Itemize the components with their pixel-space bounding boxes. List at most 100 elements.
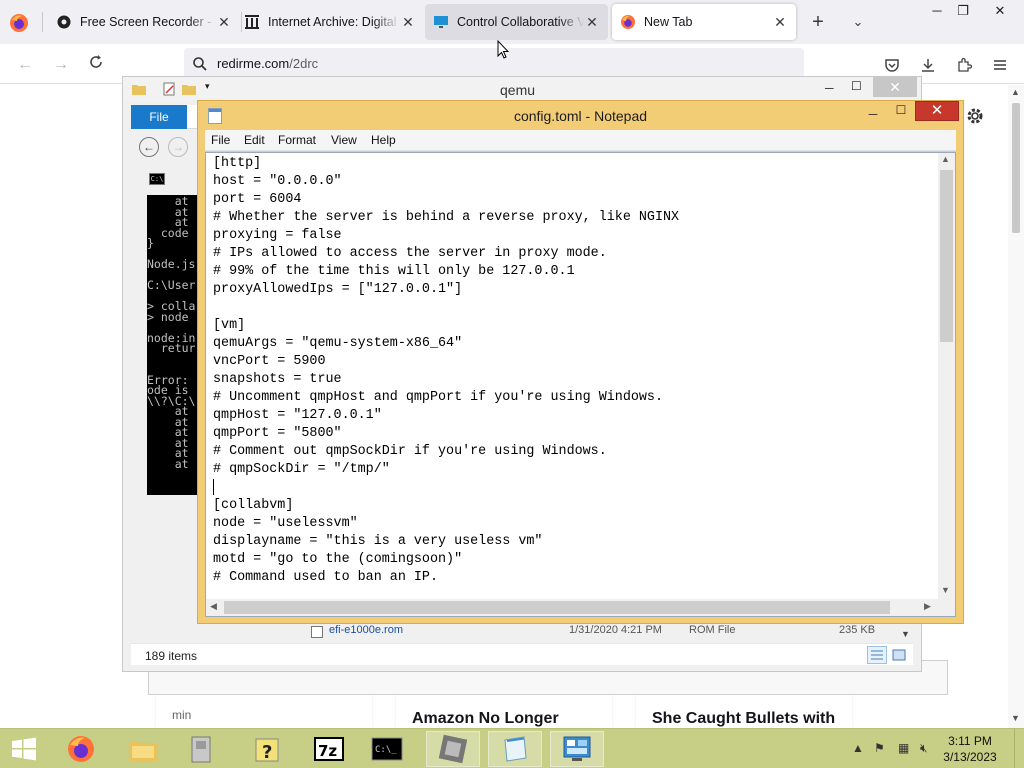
system-clock[interactable]: 3:11 PM 3/13/2023 <box>940 733 1000 765</box>
scroll-right-icon[interactable]: ▶ <box>924 601 931 612</box>
firefox-view-icon[interactable] <box>8 12 30 34</box>
news-card[interactable]: Amazon No Longer <box>396 690 612 730</box>
row-checkbox[interactable] <box>311 626 323 638</box>
editor-line[interactable]: [vm] <box>213 317 679 335</box>
extensions-icon[interactable] <box>953 54 975 76</box>
card-headline[interactable]: She Caught Bullets with <box>652 710 835 728</box>
editor-line[interactable]: vncPort = 5900 <box>213 353 679 371</box>
editor-line[interactable]: # 99% of the time this will only be 127.… <box>213 263 679 281</box>
file-name[interactable]: efi-e1000e.rom <box>329 624 403 636</box>
reload-button[interactable] <box>85 54 107 76</box>
volume-muted-icon[interactable]: 🔇︎ <box>920 741 928 756</box>
back-button[interactable]: ← <box>139 137 159 157</box>
download-icon[interactable] <box>917 54 939 76</box>
scroll-left-icon[interactable]: ◀ <box>210 601 217 612</box>
maximize-button[interactable]: ☐ <box>888 103 914 121</box>
news-card[interactable]: She Caught Bullets with <box>636 690 852 730</box>
editor-line[interactable]: ​ <box>213 299 679 317</box>
menu-file[interactable]: File <box>211 133 230 147</box>
tab-control-collaborative-vm[interactable]: Control Collaborative V ✕ <box>425 4 608 40</box>
taskbar-cmd[interactable]: C:\_ <box>360 731 414 767</box>
editor-line[interactable]: displayname = "this is a very useless vm… <box>213 533 679 551</box>
scrollbar-thumb[interactable] <box>940 170 953 342</box>
taskbar-archive[interactable] <box>174 731 228 767</box>
taskbar-notepad[interactable] <box>488 731 542 767</box>
tab-free-screen-recorder[interactable]: Free Screen Recorder - N ✕ <box>48 4 240 40</box>
tab-close-icon[interactable]: ✕ <box>216 14 232 31</box>
menu-edit[interactable]: Edit <box>244 133 265 147</box>
details-view-button[interactable] <box>867 646 887 664</box>
tab-close-icon[interactable]: ✕ <box>400 14 416 31</box>
editor-line[interactable]: ​ <box>213 479 679 497</box>
scroll-down-icon[interactable]: ▼ <box>1011 713 1020 723</box>
tab-close-icon[interactable]: ✕ <box>772 14 788 31</box>
minimize-button[interactable]: ─ <box>825 81 834 95</box>
file-row[interactable]: efi-e1000e.rom 1/31/2020 4:21 PM ROM Fil… <box>309 624 909 640</box>
editor-line[interactable]: # Uncomment qmpHost and qmpPort if you'r… <box>213 389 679 407</box>
editor-line[interactable]: proxying = false <box>213 227 679 245</box>
taskbar-qemu[interactable] <box>426 731 480 767</box>
large-icons-view-button[interactable] <box>889 646 909 664</box>
new-folder-icon[interactable] <box>181 81 197 97</box>
taskbar-7zip[interactable]: 7z <box>302 731 356 767</box>
editor-line[interactable]: motd = "go to the (comingsoon)" <box>213 551 679 569</box>
show-hidden-icons-icon[interactable]: ▲ <box>852 741 864 755</box>
scrollbar-thumb[interactable] <box>1012 103 1020 233</box>
news-card[interactable]: min <box>156 690 372 730</box>
editor-line[interactable]: node = "uselessvm" <box>213 515 679 533</box>
taskbar-control-panel[interactable] <box>550 731 604 767</box>
editor-line[interactable]: snapshots = true <box>213 371 679 389</box>
editor-line[interactable]: [collabvm] <box>213 497 679 515</box>
quick-access-dropdown-icon[interactable]: ▾ <box>205 81 221 97</box>
pocket-icon[interactable] <box>881 54 903 76</box>
editor-line[interactable]: host = "0.0.0.0" <box>213 173 679 191</box>
editor-line[interactable]: [http] <box>213 155 679 173</box>
editor-line[interactable]: # Comment out qmpSockDir if you're using… <box>213 443 679 461</box>
scroll-up-icon[interactable]: ▲ <box>941 154 950 164</box>
card-headline[interactable]: Amazon No Longer <box>412 710 559 728</box>
minimize-button[interactable]: ─ <box>860 107 886 125</box>
new-tab-button[interactable]: + <box>806 10 830 34</box>
chevron-down-icon[interactable]: ⌄ <box>846 10 870 34</box>
scroll-down-icon[interactable]: ▼ <box>901 629 910 639</box>
horizontal-scrollbar[interactable]: ◀ ▶ <box>206 599 938 616</box>
text-editor[interactable]: [http] host = "0.0.0.0" port = 6004 # Wheth… <box>205 152 956 617</box>
gear-icon[interactable] <box>966 107 984 125</box>
notepad-window[interactable]: config.toml - Notepad ─ ☐ ✕ File Edit Fo… <box>197 100 964 624</box>
menu-format[interactable]: Format <box>278 133 316 147</box>
scroll-down-icon[interactable]: ▼ <box>941 585 950 595</box>
vertical-scrollbar[interactable]: ▲ ▼ <box>938 153 955 599</box>
scroll-up-icon[interactable]: ▲ <box>1011 87 1020 97</box>
editor-line[interactable]: # Whether the server is behind a reverse… <box>213 209 679 227</box>
taskbar-help[interactable]: ? <box>240 731 294 767</box>
back-button[interactable]: ← <box>14 54 36 76</box>
hamburger-menu-icon[interactable] <box>989 54 1011 76</box>
tab-internet-archive[interactable]: Internet Archive: Digital L ✕ <box>236 4 424 40</box>
start-button[interactable] <box>10 737 38 761</box>
close-button[interactable]: ✕ <box>915 101 959 121</box>
editor-line[interactable]: proxyAllowedIps = ["127.0.0.1"] <box>213 281 679 299</box>
network-icon[interactable]: ▦ <box>898 741 909 755</box>
editor-line[interactable]: # Command used to ban an IP. <box>213 569 679 587</box>
page-scrollbar[interactable]: ▲ ▼ <box>1008 85 1024 728</box>
show-desktop-button[interactable] <box>1014 729 1024 768</box>
close-window-button[interactable]: ✕ <box>980 0 1020 24</box>
forward-button[interactable]: → <box>50 54 72 76</box>
forward-button[interactable]: → <box>168 137 188 157</box>
editor-line[interactable]: qemuArgs = "qemu-system-x86_64" <box>213 335 679 353</box>
maximize-button[interactable]: ❐ <box>948 0 978 24</box>
taskbar-file-explorer[interactable] <box>116 731 170 767</box>
editor-line[interactable]: # IPs allowed to access the server in pr… <box>213 245 679 263</box>
editor-line[interactable]: qmpHost = "127.0.0.1" <box>213 407 679 425</box>
taskbar-firefox[interactable] <box>54 731 108 767</box>
editor-line[interactable]: qmpPort = "5800" <box>213 425 679 443</box>
menu-view[interactable]: View <box>331 133 357 147</box>
tab-new-tab[interactable]: New Tab ✕ <box>612 4 796 40</box>
flag-icon[interactable]: ⚑ <box>874 741 885 755</box>
properties-icon[interactable] <box>161 81 177 97</box>
scrollbar-thumb[interactable] <box>224 601 890 614</box>
notepad-title-bar[interactable]: config.toml - Notepad ─ ☐ ✕ <box>198 101 963 131</box>
qemu-title-bar[interactable]: ▾ qemu ─ ☐ ✕ <box>123 77 921 101</box>
menu-help[interactable]: Help <box>371 133 396 147</box>
editor-line[interactable]: port = 6004 <box>213 191 679 209</box>
